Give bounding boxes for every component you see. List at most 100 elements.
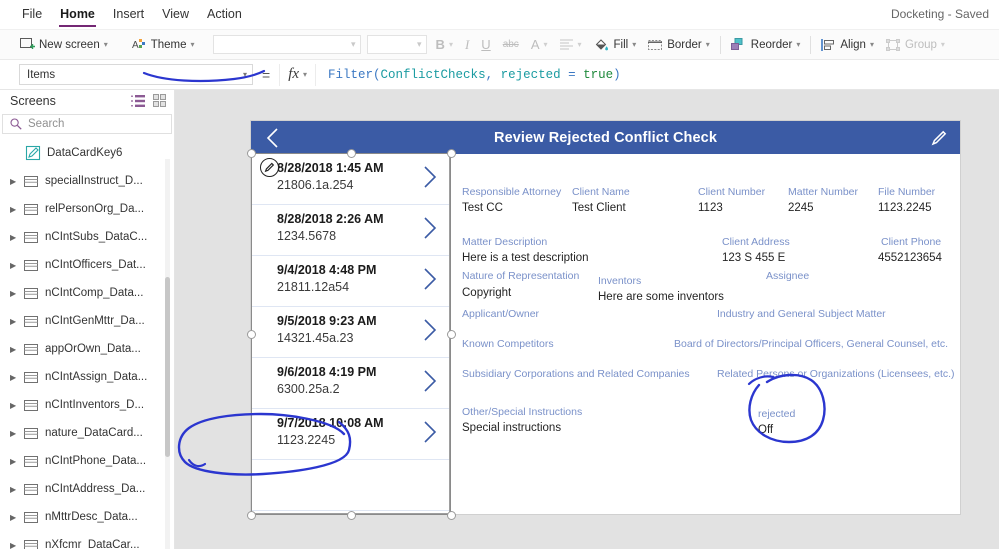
group-button[interactable]: Group ▾: [880, 33, 951, 57]
fill-button[interactable]: Fill ▾: [588, 33, 643, 57]
tree-item-apporown-data[interactable]: ▶ appOrOwn_Data...: [0, 335, 174, 363]
tree-item-nxfcmr-datacar[interactable]: ▶ nXfcmr_DataCar...: [0, 531, 174, 549]
chevron-right-icon[interactable]: [423, 217, 437, 239]
back-button[interactable]: [261, 127, 283, 148]
tree-item-nmttrdesc-data[interactable]: ▶ nMttrDesc_Data...: [0, 503, 174, 531]
fx-button[interactable]: fx ▾: [279, 63, 317, 86]
menu-item-home[interactable]: Home: [51, 0, 104, 29]
chevron-down-icon: ▾: [242, 70, 247, 79]
formula-token: ): [613, 67, 621, 82]
chevron-right-icon[interactable]: ▶: [10, 261, 24, 270]
chevron-right-icon[interactable]: ▶: [10, 205, 24, 214]
tree-item-specialinstruct-d[interactable]: ▶ specialInstruct_D...: [0, 167, 174, 195]
chevron-right-icon[interactable]: ▶: [10, 317, 24, 326]
tree-item-ncintinventors-d[interactable]: ▶ nCIntInventors_D...: [0, 391, 174, 419]
chevron-right-icon[interactable]: ▶: [10, 513, 24, 522]
formula-input[interactable]: Filter(ConflictChecks, rejected = true): [328, 68, 621, 82]
chevron-right-icon[interactable]: ▶: [10, 457, 24, 466]
formula-token: ConflictChecks: [380, 67, 486, 82]
chevron-down-icon: ▾: [103, 40, 108, 49]
chevron-right-icon[interactable]: [423, 421, 437, 443]
tree-item-datacardkey6[interactable]: ▶DataCardKey6: [0, 139, 174, 167]
edit-record-button[interactable]: [928, 129, 950, 147]
text-align-button[interactable]: ▾: [554, 33, 588, 57]
align-button[interactable]: Align ▾: [815, 33, 880, 57]
chevron-right-icon[interactable]: [423, 319, 437, 341]
menu-bar: File Home Insert View Action Docketing -…: [0, 0, 999, 30]
resize-handle[interactable]: [247, 511, 256, 520]
bold-button[interactable]: B ▾: [430, 33, 459, 57]
screens-search-box[interactable]: [2, 114, 172, 134]
tree-item-ncintsubs-datac[interactable]: ▶ nCIntSubs_DataC...: [0, 223, 174, 251]
resize-handle[interactable]: [447, 149, 456, 158]
menu-item-action[interactable]: Action: [198, 0, 251, 29]
card-icon: [24, 511, 38, 523]
chevron-down-icon: ▾: [796, 40, 801, 49]
new-screen-button[interactable]: New screen ▾: [14, 33, 114, 57]
font-color-button[interactable]: A ▾: [525, 33, 554, 57]
chevron-down-icon: ▾: [543, 40, 548, 49]
menu-item-insert[interactable]: Insert: [104, 0, 153, 29]
tree-item-ncintassign-data[interactable]: ▶ nCIntAssign_Data...: [0, 363, 174, 391]
theme-button[interactable]: A Theme ▾: [126, 33, 201, 57]
chevron-right-icon[interactable]: ▶: [10, 401, 24, 410]
ribbon-toolbar: New screen ▾ A Theme ▾ ▾ ▾ B ▾ I U abc A…: [0, 30, 999, 60]
resize-handle[interactable]: [447, 330, 456, 339]
menu-item-file[interactable]: File: [13, 0, 51, 29]
resize-handle[interactable]: [347, 149, 356, 158]
tree-item-ncintofficers-dat[interactable]: ▶ nCIntOfficers_Dat...: [0, 251, 174, 279]
resize-handle[interactable]: [447, 511, 456, 520]
ribbon-divider: [810, 35, 812, 54]
thumbnail-view-icon[interactable]: [153, 94, 166, 107]
card-icon: [24, 259, 38, 271]
records-gallery[interactable]: 8/28/2018 1:45 AM 21806.1a.254 8/28/2018 2…: [251, 154, 450, 514]
tree-view-icon[interactable]: [131, 94, 145, 107]
font-size-select[interactable]: ▾: [366, 35, 427, 54]
chevron-right-icon[interactable]: [423, 268, 437, 290]
font-family-select[interactable]: ▾: [212, 35, 361, 54]
chevron-right-icon[interactable]: ▶: [10, 485, 24, 494]
tree-item-relpersonorg-da[interactable]: ▶ relPersonOrg_Da...: [0, 195, 174, 223]
gallery-item[interactable]: 9/5/2018 9:23 AM 14321.45a.23: [252, 307, 449, 358]
fill-bucket-icon: [594, 38, 609, 52]
border-button[interactable]: Border ▾: [642, 33, 716, 57]
chevron-right-icon[interactable]: ▶: [10, 541, 24, 549]
edit-pencil-badge-icon[interactable]: [260, 158, 279, 177]
tree-item-nature-datacard[interactable]: ▶ nature_DataCard...: [0, 419, 174, 447]
tree-item-ncintaddress-da[interactable]: ▶ nCIntAddress_Da...: [0, 475, 174, 503]
chevron-right-icon[interactable]: ▶: [10, 373, 24, 382]
chevron-right-icon[interactable]: [423, 370, 437, 392]
resize-handle[interactable]: [247, 149, 256, 158]
tree-item-ncintgenmttr-da[interactable]: ▶ nCIntGenMttr_Da...: [0, 307, 174, 335]
gallery-item[interactable]: 8/28/2018 2:26 AM 1234.5678: [252, 205, 449, 256]
screens-search-input[interactable]: [28, 118, 148, 130]
app-screen-title: Review Rejected Conflict Check: [494, 129, 717, 146]
group-label: Group: [904, 38, 937, 51]
form-field-value: 1123.2245: [878, 202, 932, 214]
card-icon: [24, 231, 38, 243]
gallery-item[interactable]: 9/4/2018 4:48 PM 21811.12a54: [252, 256, 449, 307]
gallery-item[interactable]: 8/28/2018 1:45 AM 21806.1a.254: [252, 154, 449, 205]
chevron-right-icon[interactable]: [423, 166, 437, 188]
gallery-item[interactable]: 9/6/2018 4:19 PM 6300.25a.2: [252, 358, 449, 409]
menu-item-view[interactable]: View: [153, 0, 198, 29]
chevron-right-icon[interactable]: ▶: [10, 429, 24, 438]
gallery-item[interactable]: 9/7/2018 10:08 AM 1123.2245: [252, 409, 449, 460]
scrollbar-thumb[interactable]: [165, 277, 170, 457]
chevron-right-icon[interactable]: ▶: [10, 233, 24, 242]
property-select[interactable]: Items ▾: [19, 64, 253, 85]
reorder-button[interactable]: Reorder ▾: [725, 33, 807, 57]
app-screen-header: Review Rejected Conflict Check: [251, 121, 960, 154]
resize-handle[interactable]: [347, 511, 356, 520]
chevron-down-icon: ▾: [448, 40, 453, 49]
strikethrough-button[interactable]: abc: [497, 33, 525, 57]
chevron-right-icon[interactable]: ▶: [10, 345, 24, 354]
tree-item-ncintphone-data[interactable]: ▶ nCIntPhone_Data...: [0, 447, 174, 475]
resize-handle[interactable]: [247, 330, 256, 339]
italic-button[interactable]: I: [459, 33, 475, 57]
tree-item-ncintcomp-data[interactable]: ▶ nCIntComp_Data...: [0, 279, 174, 307]
chevron-right-icon[interactable]: ▶: [10, 289, 24, 298]
chevron-right-icon[interactable]: ▶: [10, 177, 24, 186]
form-field-label: Known Competitors: [462, 338, 554, 350]
underline-button[interactable]: U: [475, 33, 496, 57]
